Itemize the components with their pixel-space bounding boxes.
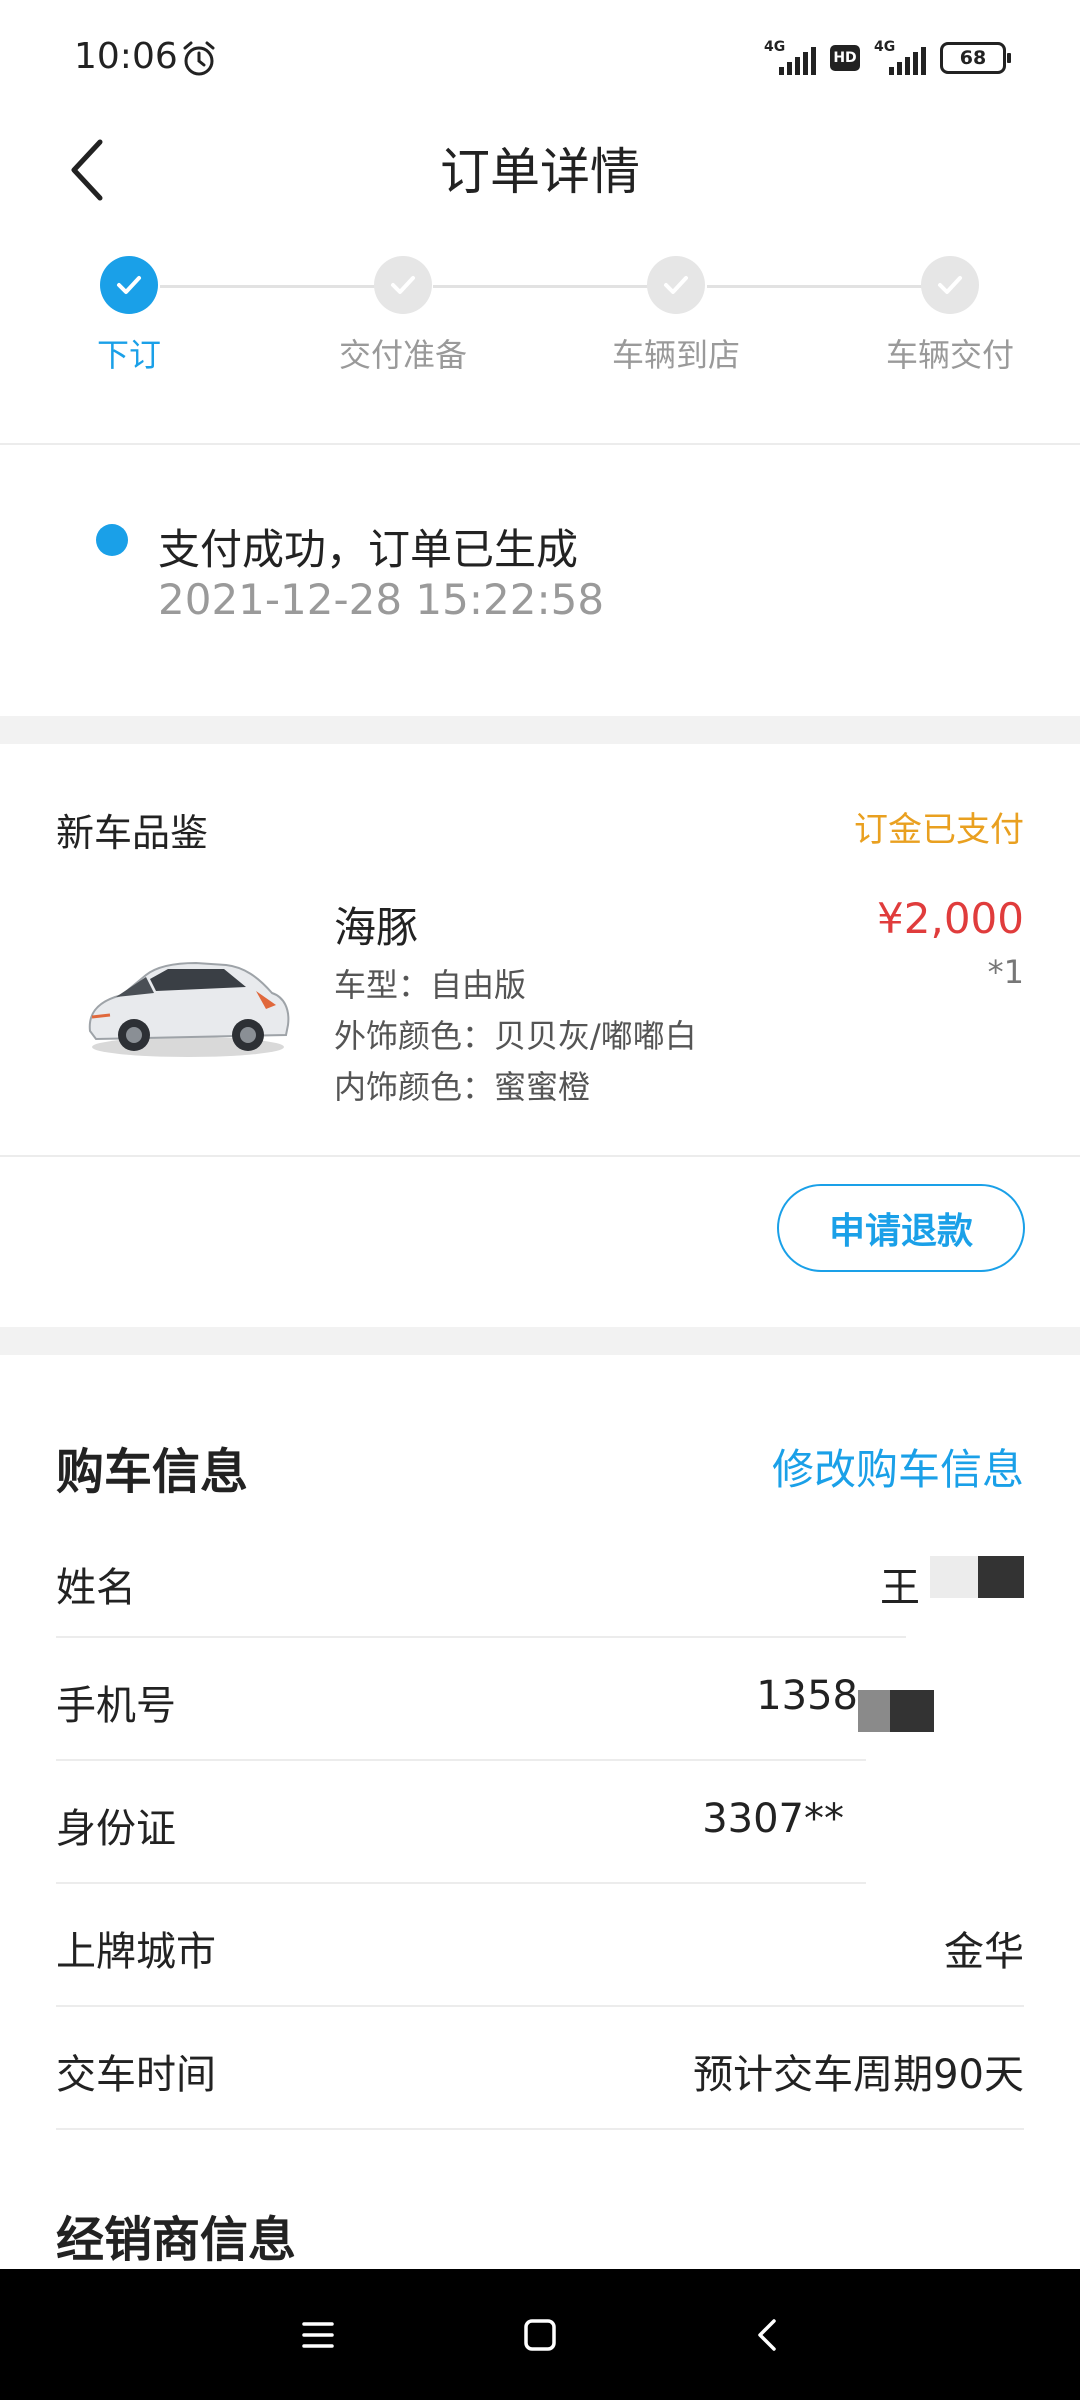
order-status-text: 支付成功，订单已生成 [158, 525, 579, 574]
redaction-mask [978, 1556, 1024, 1598]
battery-icon: 68 [940, 42, 1011, 74]
step-vehicle-arrival: 车辆到店 [576, 256, 776, 376]
edit-purchase-info-link[interactable]: 修改购车信息 [772, 1436, 1024, 1497]
clock-time: 10:06 [74, 36, 178, 77]
name-value: 王 [880, 1565, 920, 1611]
step-label: 车辆到店 [611, 336, 740, 374]
signal-icon: 4G [764, 39, 816, 75]
row-divider [56, 1759, 866, 1761]
deposit-price: ¥2,000 [877, 894, 1024, 943]
alarm-icon [183, 41, 215, 76]
order-progress-stepper: 下订 交付准备 车辆到店 车辆交付 [0, 226, 1080, 444]
back-button[interactable] [58, 130, 128, 210]
delivery-time-label: 交车时间 [56, 2052, 216, 2098]
id-card-label: 身份证 [56, 1806, 176, 1852]
step-label: 下订 [96, 336, 161, 374]
car-trim: 车型：自由版 [334, 966, 527, 1004]
row-divider [56, 2128, 1024, 2130]
row-divider [56, 1636, 906, 1638]
signal-icon-2: 4G [874, 39, 926, 75]
hd-icon: HD [830, 45, 860, 71]
order-status-time: 2021-12-28 15:22:58 [158, 575, 605, 624]
phone-value: 1358 [756, 1673, 858, 1719]
plate-city-label: 上牌城市 [56, 1929, 216, 1975]
redaction-mask [890, 1690, 934, 1732]
check-icon [647, 256, 705, 314]
redaction-mask [930, 1556, 978, 1598]
dealer-info-title: 经销商信息 [56, 2212, 297, 2268]
step-delivery-prep: 交付准备 [303, 256, 503, 376]
system-navigation-bar [0, 2269, 1080, 2400]
step-vehicle-delivery: 车辆交付 [850, 256, 1050, 376]
step-ordered: 下订 [29, 256, 229, 376]
step-label: 车辆交付 [885, 336, 1014, 374]
purchase-info-title: 购车信息 [56, 1444, 249, 1500]
phone-label: 手机号 [56, 1683, 176, 1729]
status-bar: 10:06 4G HD 4G 68 [0, 0, 1080, 118]
section-separator [0, 716, 1080, 744]
check-icon [100, 256, 158, 314]
battery-level: 68 [959, 47, 987, 69]
delivery-time-value: 预计交车周期90天 [693, 2052, 1024, 2098]
check-icon [921, 256, 979, 314]
step-label: 交付准备 [338, 336, 467, 374]
car-interior-color: 内饰颜色：蜜蜜橙 [334, 1068, 591, 1106]
check-icon [374, 256, 432, 314]
status-dot-icon [96, 524, 128, 556]
redaction-mask [858, 1690, 890, 1732]
plate-city-value: 金华 [944, 1929, 1024, 1975]
row-divider [56, 2005, 1024, 2007]
home-icon[interactable] [512, 2307, 568, 2363]
divider [0, 1155, 1080, 1157]
id-card-value: 3307** [702, 1796, 844, 1842]
refund-button[interactable]: 申请退款 [777, 1184, 1025, 1272]
car-model-name: 海豚 [334, 903, 419, 952]
back-nav-icon[interactable] [740, 2307, 796, 2363]
page-title: 订单详情 [440, 143, 640, 201]
section-separator [0, 1327, 1080, 1355]
car-image [88, 961, 290, 1057]
car-exterior-color: 外饰颜色：贝贝灰/嘟嘟白 [334, 1017, 697, 1055]
name-label: 姓名 [56, 1565, 136, 1611]
deposit-status-badge: 订金已支付 [854, 810, 1024, 850]
product-section-label: 新车品鉴 [56, 811, 209, 855]
menu-icon[interactable] [290, 2307, 346, 2363]
nav-bar: 订单详情 [0, 118, 1080, 226]
divider [0, 443, 1080, 445]
row-divider [56, 1882, 866, 1884]
quantity: *1 [987, 953, 1024, 991]
status-icons: 4G HD 4G 68 [764, 38, 1011, 78]
